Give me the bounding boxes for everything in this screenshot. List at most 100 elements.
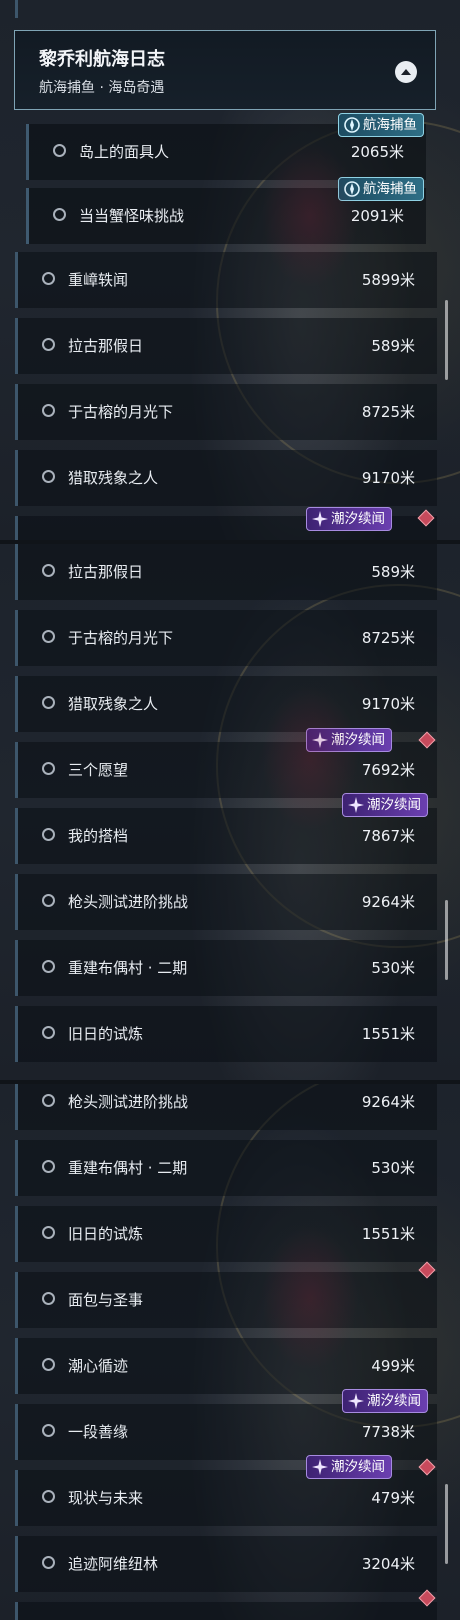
quest-row[interactable]: 枪头测试进阶挑战 9264米 xyxy=(15,1084,437,1130)
quest-status-circle-icon xyxy=(42,1424,55,1437)
sparkle-icon xyxy=(312,732,328,748)
quest-status-circle-icon xyxy=(42,1026,55,1039)
quest-row[interactable]: 枪头测试进阶挑战 9264米 xyxy=(15,874,437,930)
quest-name: 我的搭档 xyxy=(68,827,129,845)
tide-tag-label: 潮汐续闻 xyxy=(331,1459,385,1475)
quest-distance: 9170米 xyxy=(361,695,415,713)
quest-name: 潮心循迹 xyxy=(68,1357,129,1375)
quest-status-circle-icon xyxy=(42,696,55,709)
quest-distance: 7738米 xyxy=(361,1423,415,1441)
quest-status-circle-icon xyxy=(42,564,55,577)
quest-name: 旧日的试炼 xyxy=(68,1025,144,1043)
quest-name: 于古榕的月光下 xyxy=(68,403,174,421)
quest-distance: 8725米 xyxy=(361,403,415,421)
compass-icon xyxy=(344,117,360,133)
quest-name: 岛上的面具人 xyxy=(79,143,170,161)
quest-distance: 530米 xyxy=(371,959,415,977)
category-subtitle: 航海捕鱼 · 海岛奇遇 xyxy=(39,80,165,96)
sparkle-icon xyxy=(312,1459,328,1475)
tide-tag-label: 潮汐续闻 xyxy=(367,797,421,813)
quest-distance: 1551米 xyxy=(361,1025,415,1043)
quest-list-panel-3: 枪头测试进阶挑战 9264米 重建布偶村 · 二期 530米 旧日的试炼 155… xyxy=(0,1084,460,1620)
quest-list-panel-2: 拉古那假日 589米 于古榕的月光下 8725米 猎取残象之人 9170米 三个… xyxy=(0,544,460,1080)
fishing-tag-label: 航海捕鱼 xyxy=(363,117,417,133)
quest-status-circle-icon xyxy=(42,338,55,351)
quest-row[interactable]: 重嶂轶闻 5899米 xyxy=(15,252,437,308)
tide-tag: 潮汐续闻 xyxy=(306,507,392,531)
quest-row[interactable]: 于古榕的月光下 8725米 xyxy=(15,610,437,666)
quest-status-circle-icon xyxy=(42,894,55,907)
quest-row[interactable]: 旧日的试炼 1551米 xyxy=(15,1206,437,1262)
quest-list-panel-1: 黎乔利航海日志 航海捕鱼 · 海岛奇遇 岛上的面具人 2065米 航海捕鱼 当当… xyxy=(0,0,460,540)
quest-status-circle-icon xyxy=(42,1490,55,1503)
quest-name: 重建布偶村 · 二期 xyxy=(68,959,188,977)
quest-status-circle-icon xyxy=(53,144,66,157)
quest-name: 猎取残象之人 xyxy=(68,695,159,713)
quest-name: 三个愿望 xyxy=(68,761,129,779)
tide-tag: 潮汐续闻 xyxy=(306,1455,392,1479)
quest-row[interactable]: 面包与圣事 xyxy=(15,1272,437,1328)
quest-name: 旧日的试炼 xyxy=(68,1225,144,1243)
quest-name: 追迹阿维纽林 xyxy=(68,1555,159,1573)
quest-distance: 8725米 xyxy=(361,629,415,647)
quest-distance: 499米 xyxy=(371,1357,415,1375)
tide-tag-label: 潮汐续闻 xyxy=(331,732,385,748)
quest-name: 拉古那假日 xyxy=(68,563,144,581)
quest-name: 枪头测试进阶挑战 xyxy=(68,893,189,911)
quest-distance: 9264米 xyxy=(361,893,415,911)
quest-distance: 2065米 xyxy=(350,143,404,161)
quest-row[interactable]: 猎取残象之人 9170米 xyxy=(15,676,437,732)
quest-status-circle-icon xyxy=(42,1094,55,1107)
tide-tag-label: 潮汐续闻 xyxy=(367,1393,421,1409)
quest-distance: 3204米 xyxy=(361,1555,415,1573)
tide-tag: 潮汐续闻 xyxy=(306,728,392,752)
scrollbar[interactable] xyxy=(445,300,448,380)
quest-name: 枪头测试进阶挑战 xyxy=(68,1093,189,1111)
quest-row[interactable]: 潮心循迹 499米 xyxy=(15,1338,437,1394)
page-title: 黎乔利航海日志 xyxy=(39,49,165,70)
quest-row[interactable]: 重建布偶村 · 二期 530米 xyxy=(15,940,437,996)
quest-distance: 9170米 xyxy=(361,469,415,487)
quest-row[interactable]: 拉古那假日 589米 xyxy=(15,544,437,600)
scrollbar[interactable] xyxy=(445,1484,448,1564)
quest-name: 重嶂轶闻 xyxy=(68,271,129,289)
quest-status-circle-icon xyxy=(42,404,55,417)
quest-row-partial[interactable] xyxy=(15,1602,437,1620)
fishing-tag-label: 航海捕鱼 xyxy=(363,181,417,197)
collapse-chevron-up-icon[interactable] xyxy=(395,61,417,83)
quest-row[interactable]: 追迹阿维纽林 3204米 xyxy=(15,1536,437,1592)
quest-distance: 479米 xyxy=(371,1489,415,1507)
tide-tag: 潮汐续闻 xyxy=(342,1389,428,1413)
tide-tag-label: 潮汐续闻 xyxy=(331,511,385,527)
quest-status-circle-icon xyxy=(42,1226,55,1239)
compass-icon xyxy=(344,181,360,197)
quest-name: 于古榕的月光下 xyxy=(68,629,174,647)
quest-name: 现状与未来 xyxy=(68,1489,144,1507)
quest-row[interactable]: 重建布偶村 · 二期 530米 xyxy=(15,1140,437,1196)
quest-status-circle-icon xyxy=(42,1556,55,1569)
quest-status-circle-icon xyxy=(42,960,55,973)
quest-name: 一段善缘 xyxy=(68,1423,129,1441)
quest-status-circle-icon xyxy=(42,630,55,643)
quest-name: 面包与圣事 xyxy=(68,1291,144,1309)
quest-distance: 589米 xyxy=(371,337,415,355)
sparkle-icon xyxy=(312,511,328,527)
scrollbar[interactable] xyxy=(445,900,448,980)
quest-status-circle-icon xyxy=(42,1292,55,1305)
quest-status-circle-icon xyxy=(42,470,55,483)
quest-name: 拉古那假日 xyxy=(68,337,144,355)
quest-row[interactable]: 于古榕的月光下 8725米 xyxy=(15,384,437,440)
quest-category-header[interactable]: 黎乔利航海日志 航海捕鱼 · 海岛奇遇 xyxy=(14,30,436,110)
fishing-tag: 航海捕鱼 xyxy=(338,177,424,201)
quest-distance: 1551米 xyxy=(361,1225,415,1243)
fishing-tag: 航海捕鱼 xyxy=(338,113,424,137)
quest-name: 当当蟹怪味挑战 xyxy=(79,207,185,225)
row-border-stub xyxy=(15,0,18,18)
quest-row[interactable]: 拉古那假日 589米 xyxy=(15,318,437,374)
quest-row[interactable]: 猎取残象之人 9170米 xyxy=(15,450,437,506)
quest-status-circle-icon xyxy=(42,828,55,841)
quest-status-circle-icon xyxy=(53,208,66,221)
quest-distance: 2091米 xyxy=(350,207,404,225)
quest-row[interactable]: 旧日的试炼 1551米 xyxy=(15,1006,437,1062)
tide-tag: 潮汐续闻 xyxy=(342,793,428,817)
